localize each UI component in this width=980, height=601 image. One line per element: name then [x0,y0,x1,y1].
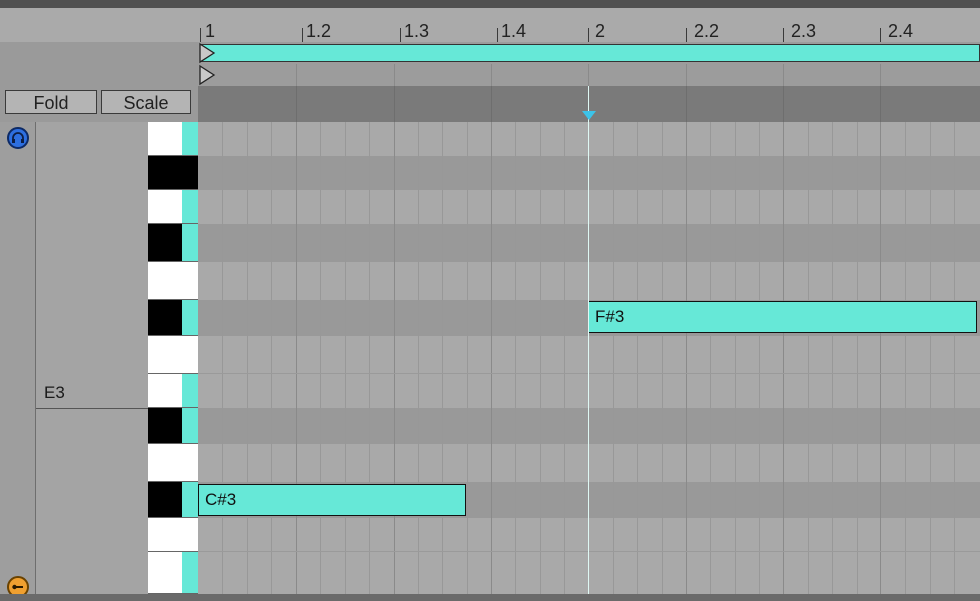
loop-brace-icon[interactable] [198,42,218,64]
note-grid[interactable]: F#3 C#3 [198,122,980,594]
ruler-label-2: 2 [595,21,606,41]
bottom-scrollbar[interactable] [0,594,980,601]
key-black[interactable] [148,156,198,190]
ruler-left-blank [0,8,198,42]
arrow-left-icon [12,584,23,590]
ruler-label-2-3: 2.3 [791,21,817,41]
key-label-area [36,122,148,601]
key-black[interactable] [148,224,198,262]
key-white[interactable] [148,190,198,224]
piano-roll-editor: 1 1.2 1.3 1.4 2 2.2 2.3 2.4 Fold Scale E… [0,0,980,601]
ruler-label-1-2: 1.2 [306,21,332,41]
key-white[interactable] [148,552,198,594]
ruler-label-2-4: 2.4 [888,21,914,41]
ruler-label-1-4: 1.4 [501,21,527,41]
headphones-icon [12,132,24,143]
playhead[interactable] [588,86,589,594]
preview-button[interactable] [7,127,29,149]
key-black[interactable] [148,300,198,336]
control-strip [0,122,36,601]
octave-divider [36,408,148,409]
key-white[interactable] [148,336,198,374]
midi-note-fsharp3[interactable]: F#3 [588,301,977,333]
start-marker-row [198,64,980,86]
time-ruler[interactable]: 1 1.2 1.3 1.4 2 2.2 2.3 2.4 [198,8,980,42]
midi-note-csharp3[interactable]: C#3 [198,484,466,516]
key-black[interactable] [148,408,198,444]
key-white[interactable] [148,374,198,408]
key-white[interactable] [148,518,198,552]
octave-label: E3 [44,383,65,402]
key-white[interactable] [148,122,198,156]
title-strip [0,0,980,8]
start-marker-icon[interactable] [198,64,218,86]
piano-keyboard[interactable] [148,122,198,594]
ruler-label-1-3: 1.3 [404,21,430,41]
key-white[interactable] [148,262,198,300]
fold-button[interactable]: Fold [5,90,97,114]
loop-brace[interactable] [200,44,980,62]
key-white[interactable] [148,444,198,482]
ruler-label-2-2: 2.2 [694,21,720,41]
playhead-marker-icon[interactable] [582,111,596,120]
key-black[interactable] [148,482,198,518]
ruler-label-1: 1 [205,21,216,41]
scale-button[interactable]: Scale [101,90,191,114]
grid-lines [198,122,980,594]
